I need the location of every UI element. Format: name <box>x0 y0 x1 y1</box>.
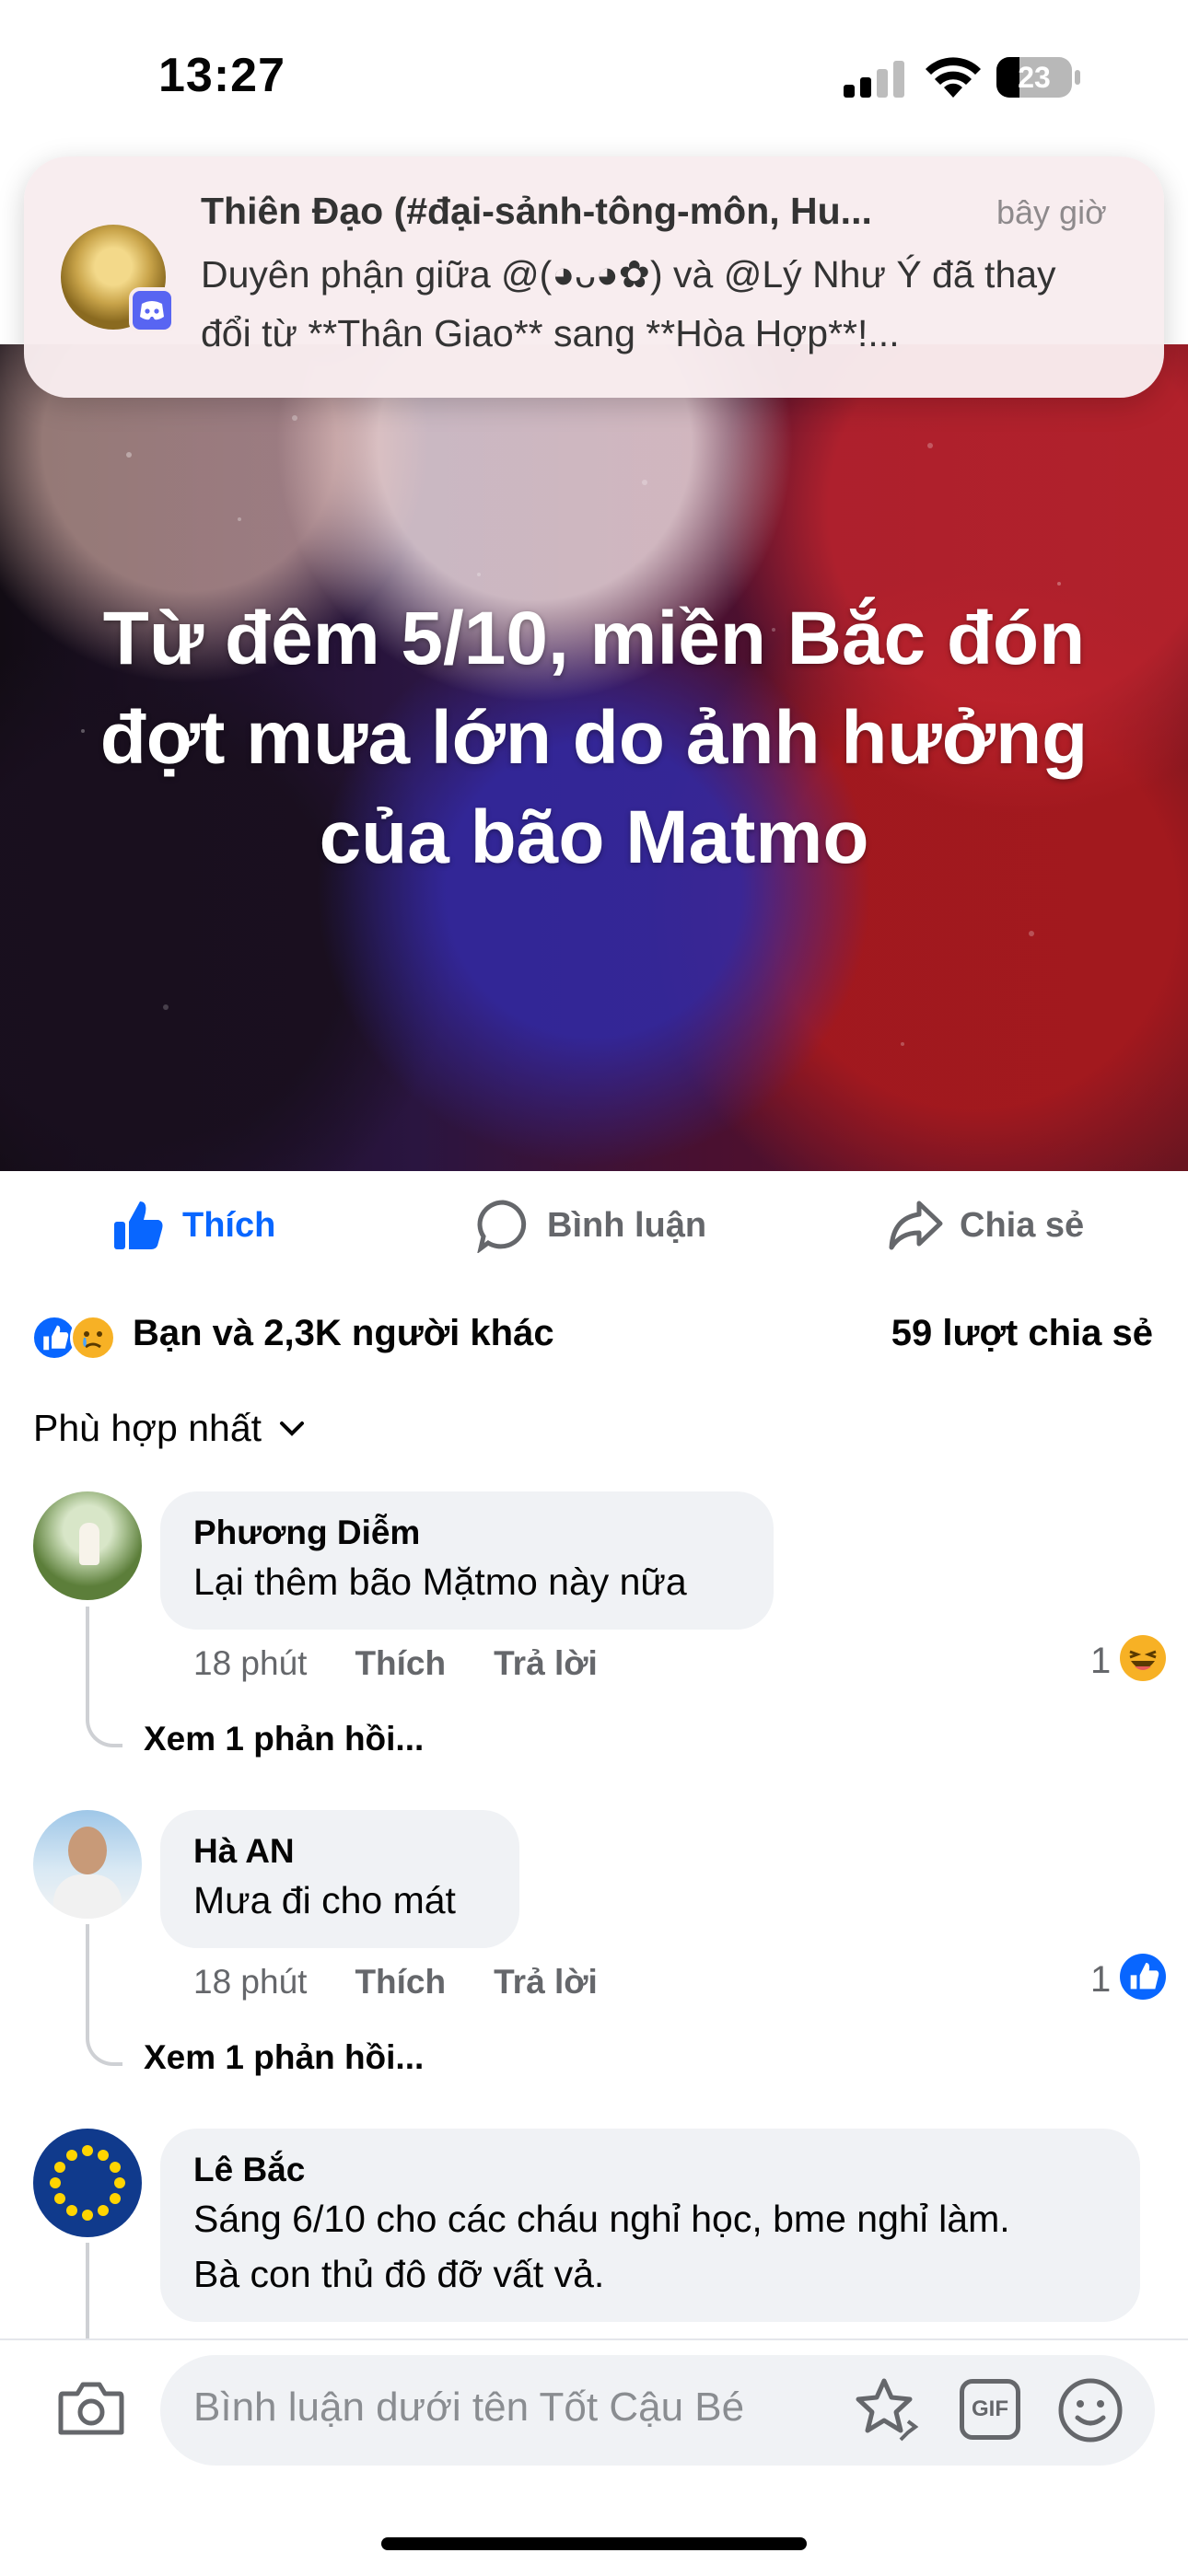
thread-line <box>86 2243 89 2338</box>
notification-body: Duyên phận giữa @(◕ᴗ◕✿) và @Lý Như Ý đã … <box>201 245 1131 363</box>
comment-text: Sáng 6/10 cho các cháu nghỉ học, bme ngh… <box>193 2198 1010 2240</box>
home-indicator[interactable] <box>381 2537 807 2550</box>
push-notification[interactable]: Thiên Đạo (#đại-sảnh-tông-môn, Hu... bây… <box>24 157 1164 398</box>
comment-reply-button[interactable]: Trả lời <box>494 1963 598 2002</box>
comment-time: 18 phút <box>193 1644 308 1682</box>
comment-input-placeholder: Bình luận dưới tên Tốt Cậu Bé <box>193 2385 745 2430</box>
avatar[interactable] <box>33 2129 142 2237</box>
comment-text: Mưa đi cho mát <box>193 1879 456 1921</box>
comment-meta: 18 phút Thích Trả lời <box>193 1644 598 1683</box>
emoji-icon[interactable] <box>1057 2377 1124 2443</box>
comment-bubble[interactable]: Phương Diễm Lại thêm bão Mặtmo này nữa <box>160 1491 774 1630</box>
post-headline: Từ đêm 5/10, miền Bắc đón đợt mưa lớn do… <box>99 597 1089 879</box>
discord-icon <box>129 287 175 333</box>
battery-level: 23 <box>1018 61 1051 94</box>
share-label: Chia sẻ <box>960 1205 1085 1245</box>
thread-elbow <box>86 2029 122 2066</box>
wifi-icon <box>926 57 981 98</box>
comment-like-button[interactable]: Thích <box>355 1963 446 2002</box>
comment-like-button[interactable]: Thích <box>355 1644 446 1683</box>
battery-icon: 23 <box>996 57 1081 98</box>
comment-author[interactable]: Lê Bắc <box>193 2149 1107 2191</box>
shares-count[interactable]: 59 lượt chia sẻ <box>891 1313 1153 1354</box>
thumbs-up-icon <box>114 1201 163 1249</box>
comment-bubble[interactable]: Lê Bắc Sáng 6/10 cho các cháu nghỉ học, … <box>160 2129 1140 2322</box>
chevron-down-icon <box>280 1421 305 1436</box>
sort-label: Phù hợp nhất <box>33 1407 262 1449</box>
comment-reply-button[interactable]: Trả lời <box>494 1644 598 1683</box>
comment-bubble[interactable]: Hà AN Mưa đi cho mát <box>160 1810 519 1948</box>
like-label: Thích <box>182 1205 276 1245</box>
share-icon <box>889 1201 943 1250</box>
comment-reaction-count[interactable]: 1 <box>1090 1641 1111 1682</box>
notification-body-line: Duyên phận giữa @(◕ᴗ◕✿) và @Lý Như Ý đã … <box>201 253 1056 296</box>
notification-time: bây giờ <box>996 193 1107 231</box>
status-time: 13:27 <box>158 49 285 102</box>
avatar[interactable] <box>33 1810 142 1919</box>
notification-title: Thiên Đạo (#đại-sảnh-tông-môn, Hu... <box>201 190 872 232</box>
comment-meta: 18 phút Thích Trả lời <box>193 1963 598 2002</box>
view-replies-link[interactable]: Xem 1 phản hồi... <box>144 2038 424 2077</box>
thread-elbow <box>86 1711 122 1747</box>
reactions-summary[interactable]: Bạn và 2,3K người khác <box>133 1313 554 1354</box>
thread-line <box>86 1924 89 2031</box>
gif-icon[interactable]: GIF <box>960 2379 1020 2440</box>
comment-button[interactable]: Bình luận <box>475 1193 706 1258</box>
thread-line <box>86 1607 89 1713</box>
comment-reaction-count[interactable]: 1 <box>1090 1959 1111 2001</box>
comment-text: Bà con thủ đô đỡ vất vả. <box>193 2253 605 2295</box>
sad-reaction-icon <box>70 1315 116 1361</box>
comment-icon <box>477 1200 527 1253</box>
like-button[interactable]: Thích <box>111 1193 275 1258</box>
cellular-signal-icon <box>844 61 904 98</box>
laugh-icon <box>1120 1635 1166 1681</box>
comment-author[interactable]: Phương Diễm <box>193 1512 740 1554</box>
comment-author[interactable]: Hà AN <box>193 1830 486 1873</box>
reaction-icons[interactable] <box>31 1315 120 1361</box>
comment-time: 18 phút <box>193 1963 308 2001</box>
like-icon <box>1120 1954 1166 2000</box>
avatar[interactable] <box>33 1491 142 1600</box>
avatar-sticker-icon[interactable] <box>855 2375 925 2445</box>
comment-label: Bình luận <box>547 1205 707 1245</box>
view-replies-link[interactable]: Xem 1 phản hồi... <box>144 1720 424 1758</box>
share-button[interactable]: Chia sẻ <box>888 1193 1084 1258</box>
camera-icon[interactable] <box>57 2379 125 2438</box>
comment-text: Lại thêm bão Mặtmo này nữa <box>193 1561 687 1603</box>
comment-sort-dropdown[interactable]: Phù hợp nhất <box>33 1407 306 1450</box>
notification-body-line: đổi từ **Thân Giao** sang **Hòa Hợp**!..… <box>201 312 900 354</box>
